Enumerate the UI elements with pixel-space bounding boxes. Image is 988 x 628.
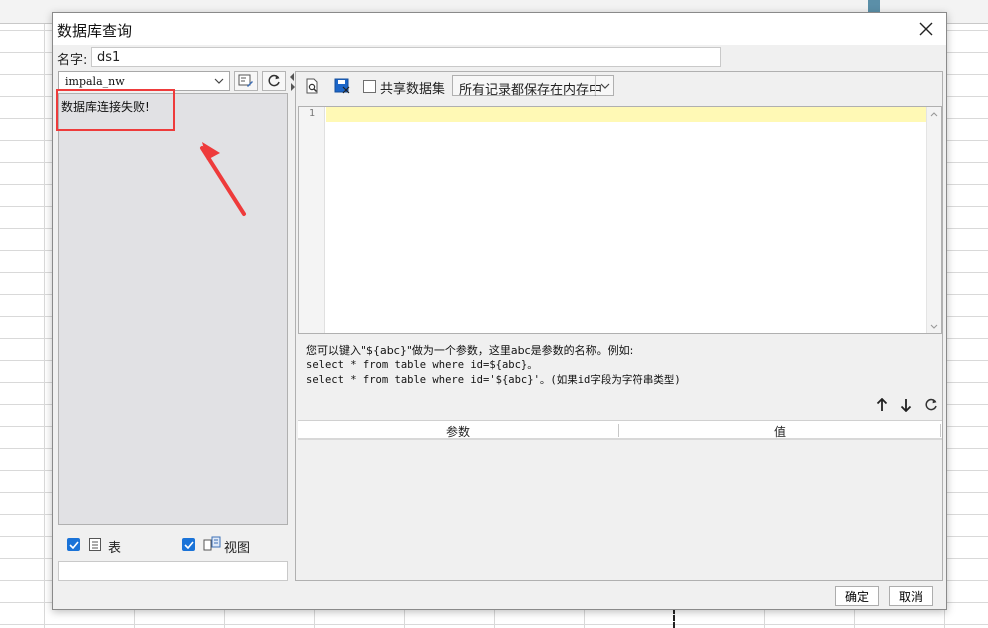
view-icon: [203, 536, 221, 551]
save-icon: [334, 78, 350, 94]
move-down-button[interactable]: [896, 395, 916, 415]
spreadsheet-accent: [868, 0, 880, 12]
scroll-down-icon[interactable]: [927, 319, 941, 333]
refresh-icon: [268, 74, 280, 87]
view-checkbox[interactable]: [182, 538, 195, 551]
save-sql-button[interactable]: [332, 76, 352, 96]
close-icon: [919, 22, 933, 36]
hint-line-2: select * from table where id=${abc}。: [306, 359, 538, 371]
title-bar: 数据库查询: [53, 13, 946, 45]
chevron-down-icon: [209, 72, 229, 90]
share-dataset-label: 共享数据集: [380, 82, 446, 97]
name-row: 名字:: [57, 47, 737, 68]
table-checkbox[interactable]: [67, 538, 80, 551]
annotation-arrow-icon: [200, 142, 246, 216]
edit-connection-icon: [238, 74, 253, 87]
database-query-dialog: 数据库查询 名字: impala_nw: [52, 12, 947, 610]
refresh-params-button[interactable]: [921, 395, 941, 415]
preview-icon: [306, 78, 317, 94]
name-input[interactable]: [91, 47, 721, 67]
hint-line-3: select * from table where id='${abc}'。(如…: [306, 374, 681, 386]
scroll-up-icon[interactable]: [927, 107, 941, 121]
refresh-connection-button[interactable]: [262, 71, 286, 91]
sql-panel: 共享数据集 所有记录都保存在内存中 1 您可以键入"${abc}"做为一个参数，…: [295, 71, 943, 581]
name-label: 名字:: [57, 53, 88, 68]
table-icon: [89, 538, 101, 551]
connection-select[interactable]: impala_nw: [58, 71, 230, 91]
sql-editor[interactable]: 1: [298, 106, 942, 334]
edit-connection-button[interactable]: [234, 71, 258, 91]
memory-mode-value: 所有记录都保存在内存中: [459, 83, 603, 98]
arrow-down-icon: [900, 399, 912, 412]
table-filter-label: 表: [108, 541, 122, 556]
connection-panel: impala_nw 数据库连接失败! 表 视图: [58, 71, 289, 581]
parameter-table-header: 参数 值: [298, 420, 942, 440]
object-filter-row: 表 视图: [58, 529, 288, 559]
column-divider: [940, 424, 941, 437]
refresh-icon: [925, 398, 937, 411]
hint-line-1: 您可以键入"${abc}"做为一个参数，这里abc是参数的名称。例如:: [306, 344, 634, 357]
parameter-table: 参数 值: [298, 420, 942, 580]
share-dataset-checkbox[interactable]: [363, 80, 376, 93]
line-number: 1: [309, 108, 316, 119]
parameter-hint: 您可以键入"${abc}"做为一个参数，这里abc是参数的名称。例如: sele…: [306, 343, 926, 388]
current-line-highlight: [326, 107, 926, 122]
memory-mode-select[interactable]: 所有记录都保存在内存中: [452, 75, 614, 98]
preview-button[interactable]: [302, 76, 322, 96]
column-header-value[interactable]: 值: [619, 423, 941, 440]
cancel-button[interactable]: 取消: [889, 586, 933, 606]
chevron-down-icon: [595, 76, 613, 95]
view-filter-label: 视图: [224, 541, 251, 556]
arrow-up-icon: [876, 398, 888, 411]
move-up-button[interactable]: [872, 395, 892, 415]
tree-search-field[interactable]: [58, 561, 288, 581]
annotation-highlight-box: [56, 89, 175, 131]
connection-select-value: impala_nw: [65, 75, 125, 88]
dialog-title: 数据库查询: [57, 22, 133, 40]
schema-tree[interactable]: 数据库连接失败!: [58, 93, 288, 525]
close-button[interactable]: [914, 17, 938, 41]
column-header-param[interactable]: 参数: [298, 423, 618, 440]
editor-scrollbar[interactable]: [926, 107, 941, 333]
line-number-gutter: 1: [299, 107, 325, 333]
ok-button[interactable]: 确定: [835, 586, 879, 606]
page-break-line: [673, 608, 675, 628]
